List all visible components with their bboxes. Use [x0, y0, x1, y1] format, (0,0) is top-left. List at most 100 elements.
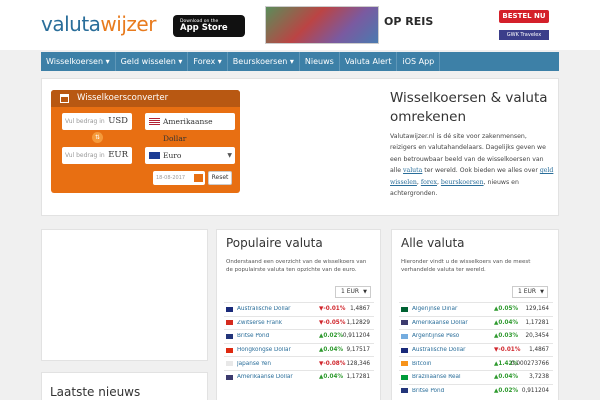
currency-name[interactable]: Amerikaanse Dollar	[237, 374, 319, 380]
nav-valuta-alert[interactable]: Valuta Alert	[340, 52, 398, 71]
currency-name[interactable]: Zwitserse Frank	[237, 320, 319, 326]
change-percentage: ▲0.05%	[494, 306, 519, 313]
change-percentage: ▼-0.05%	[319, 319, 346, 326]
currency-name[interactable]: Amerikaanse Dollar	[412, 320, 494, 326]
exchange-rate: 1,12829	[346, 319, 370, 326]
change-percentage: ▼-0.01%	[319, 306, 346, 313]
nav-beurskoersen[interactable]: Beurskoersen ▾	[228, 52, 300, 71]
currency-row[interactable]: Britse Pond ▲0.02% 0,911204	[224, 329, 374, 343]
flag-icon	[226, 374, 233, 380]
exchange-rate: 1,17281	[525, 319, 549, 326]
change-percentage: ▲0.04%	[319, 374, 344, 381]
site-logo[interactable]: valutawijzer	[41, 12, 156, 36]
chevron-down-icon: ▼	[227, 152, 232, 159]
currency-name[interactable]: Britse Pond	[237, 333, 319, 339]
exchange-rate: 1,4867	[350, 306, 370, 313]
flag-icon	[401, 333, 408, 339]
date-input[interactable]: 18-08-2017	[153, 171, 205, 185]
amount-input-from[interactable]: Vul bedrag in USD	[62, 113, 132, 130]
currency-name[interactable]: Japanse Yen	[237, 361, 319, 367]
us-flag-icon	[149, 118, 160, 125]
currency-row[interactable]: Algerijnse Dinar ▲0.05% 129,164	[399, 302, 553, 316]
currency-name[interactable]: Australische Dollar	[237, 306, 319, 312]
order-now-button[interactable]: BESTEL NU	[499, 10, 549, 23]
link-valuta[interactable]: valuta	[403, 167, 422, 174]
ad-panel	[41, 229, 208, 361]
gwk-logo: GWK Travelex	[499, 30, 549, 40]
flag-icon	[401, 320, 408, 326]
chevron-down-icon: ▼	[363, 289, 367, 295]
exchange-rate: 1,17281	[346, 374, 370, 381]
flag-icon	[226, 306, 233, 312]
nav-forex[interactable]: Forex ▾	[188, 52, 228, 71]
converter-title: Wisselkoersconverter	[77, 93, 169, 103]
intro-text: Valutawijzer.nl is dé site voor zakenmen…	[390, 133, 554, 198]
currency-row[interactable]: Hongkongse Dollar ▲0.04% 9,17517	[224, 342, 374, 357]
flag-icon	[226, 320, 233, 326]
nav-nieuws[interactable]: Nieuws	[300, 52, 340, 71]
change-percentage: ▼-0.08%	[319, 360, 346, 367]
popular-subtitle: Onderstaand een overzicht van de wisselk…	[226, 259, 367, 273]
currency-select-from[interactable]: Amerikaanse Dollar	[145, 113, 235, 143]
exchange-rate: 129,164	[525, 306, 549, 313]
flag-icon	[401, 306, 408, 312]
popular-amount-select[interactable]: 1 EUR ▼	[335, 286, 371, 298]
exchange-rate: 3,7238	[529, 374, 549, 381]
currency-name[interactable]: Hongkongse Dollar	[237, 347, 319, 353]
flag-icon	[401, 361, 408, 367]
currency-name[interactable]: Braziliaanse Real	[412, 374, 494, 380]
news-title: Laatste nieuws	[50, 385, 141, 399]
change-percentage: ▲0.02%	[494, 387, 519, 394]
currency-row[interactable]: Australische Dollar ▼-0.01% 1,4867	[224, 302, 374, 316]
app-store-badge[interactable]: Download on the App Store	[173, 15, 245, 37]
calendar-icon[interactable]	[194, 174, 203, 182]
exchange-rate: 0,911204	[342, 333, 370, 340]
currency-name[interactable]: Australische Dollar	[412, 347, 494, 353]
change-percentage: ▲0.04%	[494, 319, 519, 326]
all-title: Alle valuta	[401, 236, 465, 250]
exchange-rate: 20,3454	[525, 333, 549, 340]
nav-geld-wisselen[interactable]: Geld wisselen ▾	[116, 52, 189, 71]
currency-row[interactable]: Bitcoin ▲1.42% 0,000273766	[399, 356, 553, 370]
nav-ios-app[interactable]: iOS App	[397, 52, 441, 71]
travel-banner[interactable]: OP REIS	[265, 6, 433, 44]
converter-header: Wisselkoersconverter	[51, 90, 240, 107]
link-forex[interactable]: forex	[421, 179, 437, 186]
currency-row[interactable]: Australische Dollar ▼-0.01% 1,4867	[399, 342, 553, 357]
nav-wisselkoersen[interactable]: Wisselkoersen ▾	[41, 52, 116, 71]
exchange-rate: 0,000273766	[511, 360, 549, 367]
currency-name[interactable]: Algerijnse Dinar	[412, 306, 494, 312]
change-percentage: ▼-0.01%	[494, 347, 521, 354]
flag-icon	[226, 347, 233, 353]
flag-icon	[401, 388, 408, 394]
change-percentage: ▲0.04%	[319, 347, 344, 354]
change-percentage: ▲0.03%	[494, 333, 519, 340]
all-amount-select[interactable]: 1 EUR ▼	[512, 286, 548, 298]
main-nav: Wisselkoersen ▾ Geld wisselen ▾ Forex ▾ …	[41, 52, 559, 71]
flag-icon	[226, 333, 233, 339]
currency-row[interactable]: Braziliaanse Real ▲0.04% 3,7238	[399, 369, 553, 384]
flag-icon	[401, 374, 408, 380]
popular-title: Populaire valuta	[226, 236, 323, 250]
currency-row[interactable]: Japanse Yen ▼-0.08% 128,346	[224, 356, 374, 370]
currency-row[interactable]: Britse Pond ▲0.02% 0,911204	[399, 383, 553, 398]
reset-button[interactable]: Reset	[208, 171, 232, 185]
currency-name[interactable]: Bitcoin	[412, 361, 494, 367]
currency-row[interactable]: Zwitserse Frank ▼-0.05% 1,12829	[224, 315, 374, 330]
exchange-rate: 9,17517	[346, 347, 370, 354]
currency-row[interactable]: Amerikaanse Dollar ▲0.04% 1,17281	[224, 369, 374, 384]
popular-list: Australische Dollar ▼-0.01% 1,4867 Zwitsers…	[224, 302, 374, 384]
chevron-down-icon: ▼	[540, 289, 544, 295]
currency-row[interactable]: Argentijnse Peso ▲0.03% 20,3454	[399, 329, 553, 343]
swap-icon[interactable]: ⇅	[92, 132, 103, 143]
amount-input-to[interactable]: Vul bedrag in EUR	[62, 147, 132, 164]
currency-select-to[interactable]: Euro ▼	[145, 147, 235, 164]
calculator-icon	[60, 94, 69, 103]
link-beurskoersen[interactable]: beurskoersen	[441, 179, 484, 186]
currency-row[interactable]: Amerikaanse Dollar ▲0.04% 1,17281	[399, 315, 553, 330]
currency-code-from: USD	[108, 116, 128, 126]
flag-icon	[226, 361, 233, 367]
currency-name[interactable]: Argentijnse Peso	[412, 333, 494, 339]
currency-name[interactable]: Britse Pond	[412, 388, 494, 394]
exchange-rate: 1,4867	[529, 347, 549, 354]
